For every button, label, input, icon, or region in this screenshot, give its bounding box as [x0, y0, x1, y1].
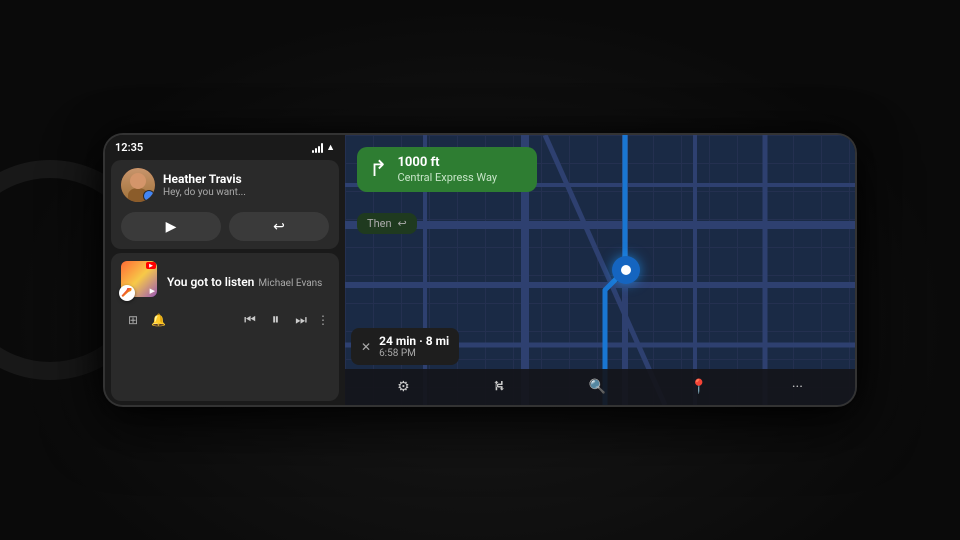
music-card: 🎤 You got to listen Michael Evans ⊞ 🔔 ⏮ … — [111, 253, 339, 401]
pin-outer-circle — [612, 256, 640, 284]
map-bottom-bar: ⚙ ⛕ 🔍 📍 ··· — [345, 369, 855, 405]
settings-button[interactable]: ⚙ — [389, 375, 418, 399]
message-card: Heather Travis Hey, do you want... ▶ ↩ — [111, 160, 339, 249]
song-title: You got to listen — [167, 275, 254, 289]
eta-card: ✕ 24 min · 8 mi 6:58 PM — [351, 328, 459, 365]
turn-arrow-icon: ↱ — [369, 157, 387, 182]
nav-street: Central Express Way — [397, 171, 497, 184]
status-bar: 12:35 ▲ — [105, 135, 345, 158]
close-eta-button[interactable]: ✕ — [361, 340, 371, 354]
message-preview: Hey, do you want... — [163, 187, 246, 198]
left-panel: 12:35 ▲ Heather Travis Hey, do you want.… — [105, 135, 345, 405]
android-auto-screen: 12:35 ▲ Heather Travis Hey, do you want.… — [105, 135, 855, 405]
eta-duration: 24 min · 8 mi — [379, 334, 449, 348]
message-header: Heather Travis Hey, do you want... — [121, 168, 329, 202]
left-controls: ⊞ 🔔 — [121, 308, 166, 332]
bell-icon[interactable]: 🔔 — [151, 313, 166, 327]
more-button[interactable]: ··· — [784, 375, 811, 399]
music-info-row: 🎤 You got to listen Michael Evans — [121, 261, 329, 299]
message-info: Heather Travis Hey, do you want... — [163, 172, 246, 198]
next-track-button[interactable]: ⏭ — [289, 308, 313, 332]
google-mic-icon: 🎤 — [119, 285, 135, 301]
mic-symbol: 🎤 — [121, 288, 132, 298]
search-button[interactable]: 🔍 — [581, 375, 614, 399]
reply-message-button[interactable]: ↩ — [229, 212, 329, 241]
clock: 12:35 — [115, 141, 143, 154]
then-instruction-card: Then ↩ — [357, 213, 417, 234]
pin-inner-circle — [621, 265, 631, 275]
wifi-icon: ▲ — [326, 142, 335, 153]
message-actions: ▶ ↩ — [121, 212, 329, 241]
apps-grid-icon[interactable]: ⊞ — [121, 308, 145, 332]
music-controls-row: ⊞ 🔔 ⏮ ⏸ ⏭ ⋮ — [121, 307, 329, 332]
album-art-container: 🎤 — [121, 261, 159, 299]
artist-name: Michael Evans — [258, 278, 322, 289]
location-button[interactable]: 📍 — [682, 375, 715, 399]
nav-details: 1000 ft Central Express Way — [397, 155, 497, 184]
location-pin — [612, 256, 640, 284]
music-playback-controls: ⏮ ⏸ ⏭ ⋮ — [238, 307, 329, 332]
youtube-badge — [146, 262, 156, 269]
music-details: You got to listen Michael Evans — [167, 271, 329, 290]
navigation-card: ↱ 1000 ft Central Express Way — [357, 147, 537, 192]
route-options-button[interactable]: ⛕ — [486, 374, 512, 400]
eta-arrival-time: 6:58 PM — [379, 348, 449, 359]
then-label: Then — [367, 217, 392, 230]
contact-name: Heather Travis — [163, 172, 246, 186]
map-panel: ↱ 1000 ft Central Express Way Then ↩ ✕ 2… — [345, 135, 855, 405]
then-arrow-icon: ↩ — [398, 217, 407, 230]
more-options-icon[interactable]: ⋮ — [317, 313, 329, 327]
signal-icon — [312, 143, 323, 153]
play-message-button[interactable]: ▶ — [121, 212, 221, 241]
avatar — [121, 168, 155, 202]
prev-track-button[interactable]: ⏮ — [238, 308, 262, 332]
status-icons: ▲ — [312, 142, 335, 153]
message-badge — [143, 190, 155, 202]
eta-details: 24 min · 8 mi 6:58 PM — [379, 334, 449, 359]
play-pause-button[interactable]: ⏸ — [266, 307, 286, 332]
nav-distance: 1000 ft — [397, 155, 497, 170]
